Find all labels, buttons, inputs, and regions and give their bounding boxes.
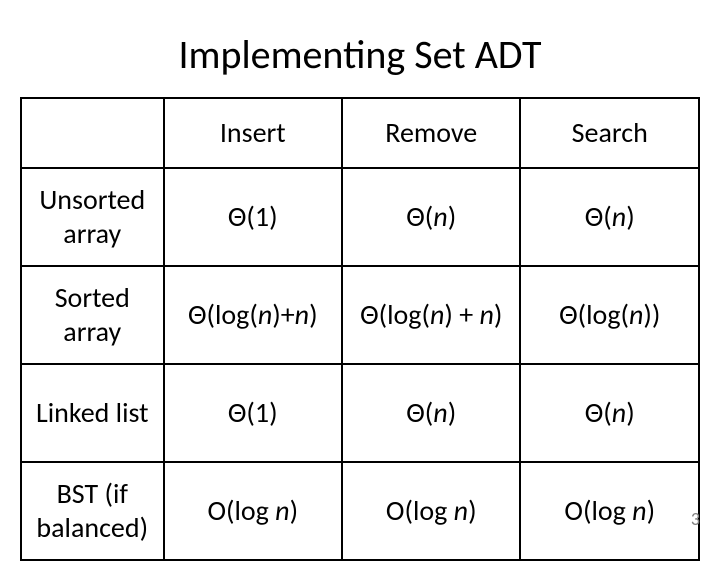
cell: Θ(n) xyxy=(520,364,699,462)
cell: Θ(log(n) + n) xyxy=(342,266,520,364)
page-title: Implementing Set ADT xyxy=(20,30,700,79)
cell: Θ(n) xyxy=(342,364,520,462)
table-row: Unsorted array Θ(1) Θ(n) Θ(n) xyxy=(21,168,699,266)
cell: Θ(log(n)) xyxy=(520,266,699,364)
row-label: Unsorted array xyxy=(21,168,164,266)
header-remove: Remove xyxy=(342,98,520,168)
header-blank xyxy=(21,98,164,168)
table-header-row: Insert Remove Search xyxy=(21,98,699,168)
row-label: Linked list xyxy=(21,364,164,462)
cell: Θ(n) xyxy=(520,168,699,266)
slide: Implementing Set ADT Insert Remove Searc… xyxy=(0,0,720,540)
cell: O(log n) xyxy=(342,462,520,560)
row-label: Sorted array xyxy=(21,266,164,364)
cell: Θ(log(n)+n) xyxy=(164,266,342,364)
header-insert: Insert xyxy=(164,98,342,168)
complexity-table: Insert Remove Search Unsorted array Θ(1)… xyxy=(20,97,700,561)
cell: Θ(1) xyxy=(164,168,342,266)
row-label: BST (if balanced) xyxy=(21,462,164,560)
header-search: Search xyxy=(520,98,699,168)
table-row: Linked list Θ(1) Θ(n) Θ(n) xyxy=(21,364,699,462)
page-number: 3 xyxy=(691,508,700,530)
cell: Θ(n) xyxy=(342,168,520,266)
cell: Θ(1) xyxy=(164,364,342,462)
cell: O(log n) xyxy=(164,462,342,560)
cell: O(log n) xyxy=(520,462,699,560)
table-row: BST (if balanced) O(log n) O(log n) O(lo… xyxy=(21,462,699,560)
table-row: Sorted array Θ(log(n)+n) Θ(log(n) + n) Θ… xyxy=(21,266,699,364)
